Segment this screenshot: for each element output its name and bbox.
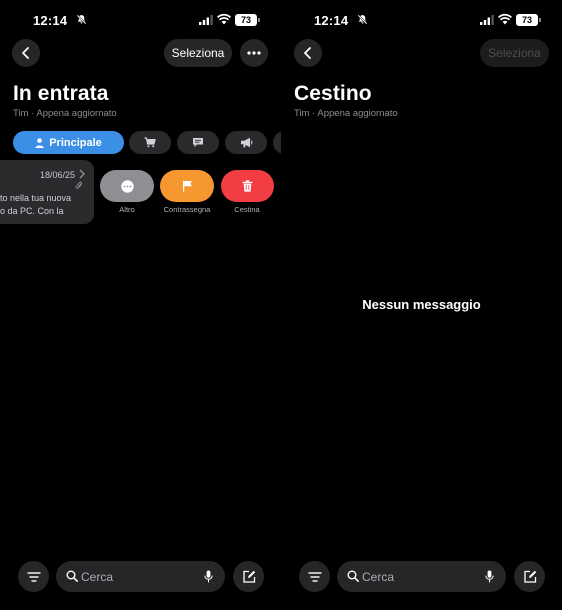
select-button-disabled[interactable]: Seleziona: [480, 39, 549, 67]
swipe-action-trash[interactable]: [221, 170, 274, 202]
back-button[interactable]: [294, 39, 322, 67]
chip-principale-label: Principale: [49, 136, 102, 149]
compose-button[interactable]: [233, 561, 264, 592]
trash-screen: 12:14 73 Seleziona Cestino Tim · Appena …: [281, 0, 562, 610]
bell-muted-icon: [357, 14, 368, 25]
cart-icon: [144, 137, 156, 148]
compose-icon: [523, 570, 536, 583]
status-bar: 12:14 73: [0, 0, 281, 40]
filter-icon: [27, 571, 40, 582]
chip-promotions[interactable]: [225, 131, 267, 154]
search-field[interactable]: Cerca: [56, 561, 225, 592]
compose-button[interactable]: [514, 561, 545, 592]
account-status: Tim · Appena aggiornato: [294, 108, 398, 119]
swipe-action-trash-label: Cestina: [234, 205, 260, 214]
chat-bubble-icon: [193, 138, 203, 147]
battery-indicator: 73: [235, 14, 260, 26]
back-button[interactable]: [12, 39, 40, 67]
select-button[interactable]: Seleziona: [164, 39, 232, 67]
empty-state-message: Nessun messaggio: [362, 297, 481, 312]
flag-icon: [182, 180, 192, 192]
page-title: In entrata: [13, 82, 109, 105]
battery-indicator: 73: [516, 14, 541, 26]
message-preview-line-2: o da PC. Con la: [0, 206, 64, 216]
microphone-icon[interactable]: [485, 570, 494, 583]
search-field[interactable]: Cerca: [337, 561, 506, 592]
more-options-button[interactable]: [240, 39, 268, 67]
filter-button[interactable]: [299, 561, 330, 592]
status-time: 12:14: [33, 13, 68, 28]
more-icon: [120, 179, 134, 193]
chevron-left-icon: [304, 47, 311, 59]
chevron-left-icon: [22, 47, 29, 59]
search-placeholder: Cerca: [81, 570, 114, 584]
megaphone-icon: [240, 137, 252, 148]
chip-principale[interactable]: Principale: [13, 131, 124, 154]
chevron-right-icon: [79, 169, 85, 179]
filter-button[interactable]: [18, 561, 49, 592]
trash-icon: [242, 180, 253, 192]
cellular-signal-icon: [480, 15, 494, 25]
account-status: Tim · Appena aggiornato: [13, 108, 117, 119]
bell-muted-icon: [76, 14, 87, 25]
chip-messages[interactable]: [177, 131, 219, 154]
swipe-action-flag[interactable]: [160, 170, 214, 202]
status-time: 12:14: [314, 13, 349, 28]
message-card-swiped[interactable]: 18/06/25 to nella tua nuova o da PC. Con…: [0, 160, 94, 224]
paperclip-icon: [75, 181, 82, 189]
person-icon: [35, 137, 44, 148]
wifi-icon: [498, 13, 512, 25]
filter-icon: [308, 571, 321, 582]
chip-shopping[interactable]: [129, 131, 171, 154]
microphone-icon[interactable]: [204, 570, 213, 583]
search-icon: [347, 570, 359, 582]
message-preview-line-1: to nella tua nuova: [0, 193, 72, 203]
swipe-action-more[interactable]: [100, 170, 154, 202]
chip-more-categories[interactable]: [273, 131, 281, 154]
search-icon: [66, 570, 78, 582]
status-bar: 12:14 73: [281, 0, 562, 40]
cellular-signal-icon: [199, 15, 213, 25]
ellipsis-icon: [247, 51, 261, 55]
page-title: Cestino: [294, 82, 372, 105]
message-date: 18/06/25: [39, 170, 75, 180]
inbox-screen: 12:14 73 Seleziona In entrata Tim · Appe…: [0, 0, 281, 610]
wifi-icon: [217, 13, 231, 25]
search-placeholder: Cerca: [362, 570, 395, 584]
compose-icon: [242, 570, 255, 583]
